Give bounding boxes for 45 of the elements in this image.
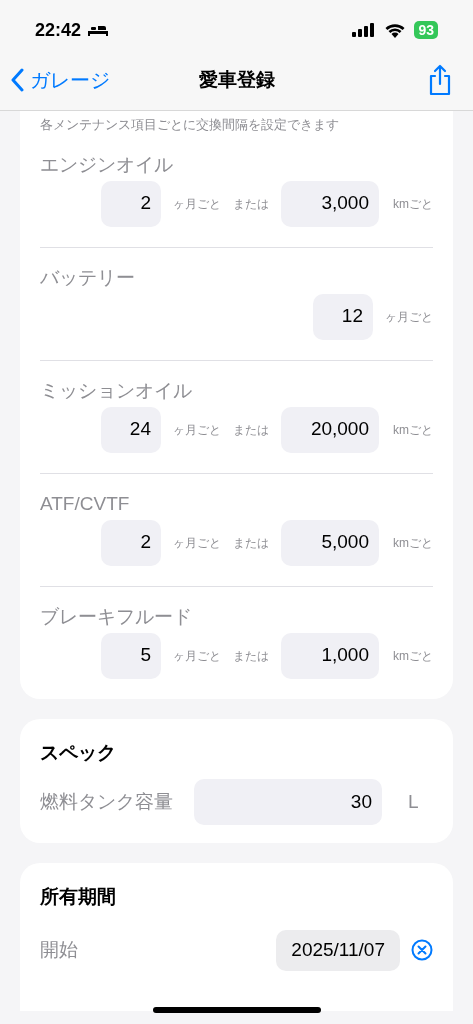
or-label: または: [233, 647, 269, 665]
unit-label: kmごと: [393, 647, 433, 665]
back-button[interactable]: ガレージ: [10, 65, 110, 95]
or-label: または: [233, 421, 269, 439]
clear-icon[interactable]: [411, 939, 433, 961]
number-field[interactable]: 3,000: [281, 180, 379, 227]
unit-label: ヶ月ごと: [173, 195, 221, 213]
number-field[interactable]: 12: [313, 293, 373, 340]
bed-icon: [87, 23, 110, 37]
item-label: ブレーキフルード: [40, 604, 193, 629]
wifi-icon: [384, 22, 407, 38]
number-field[interactable]: 2: [101, 180, 161, 227]
or-label: または: [233, 195, 269, 213]
unit-label: L: [408, 789, 419, 814]
unit-label: ヶ月ごと: [385, 308, 433, 326]
or-label: または: [233, 534, 269, 552]
number-field[interactable]: 5: [101, 632, 161, 679]
hint-text: 各メンテナンス項目ごとに交換間隔を設定できます: [40, 116, 340, 134]
item-label: ミッションオイル: [40, 378, 193, 403]
battery-indicator: 93: [414, 21, 438, 39]
unit-label: kmごと: [393, 534, 433, 552]
unit-label: ヶ月ごと: [173, 647, 221, 665]
date-field[interactable]: 2025/11/07: [276, 929, 400, 971]
number-field[interactable]: 5,000: [281, 519, 379, 566]
share-icon[interactable]: [427, 64, 453, 96]
section-title: 所有期間: [40, 885, 117, 909]
field-label: 燃料タンク容量: [40, 789, 174, 814]
unit-label: kmごと: [393, 421, 433, 439]
section-title: スペック: [40, 740, 117, 765]
unit-label: kmごと: [393, 195, 433, 213]
number-field[interactable]: 2: [101, 519, 161, 566]
unit-label: ヶ月ごと: [173, 534, 221, 552]
signal-icon: [352, 23, 377, 37]
item-label: ATF/CVTF: [40, 491, 131, 516]
page-title: 愛車登録: [198, 67, 275, 92]
item-label: バッテリー: [40, 265, 136, 290]
item-label: エンジンオイル: [40, 152, 174, 177]
chevron-left-icon: [10, 68, 24, 92]
number-field[interactable]: 20,000: [281, 406, 379, 453]
unit-label: ヶ月ごと: [173, 421, 221, 439]
number-field[interactable]: 1,000: [281, 632, 379, 679]
status-time: 22:42: [35, 18, 82, 42]
number-field[interactable]: 30: [194, 779, 382, 825]
field-label: 開始: [40, 937, 78, 962]
number-field[interactable]: 24: [101, 406, 161, 453]
